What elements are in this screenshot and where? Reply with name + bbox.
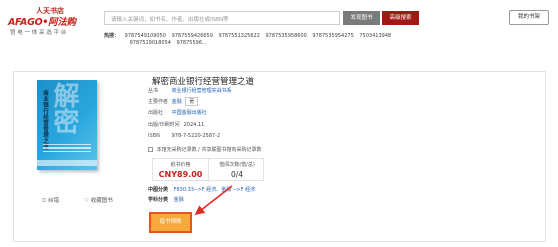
hot-search-keyword[interactable]: 9787551325622 (219, 33, 260, 39)
meta-pubdate: 出版/印刷时间 2024.11 (148, 121, 204, 128)
price-box: 纸书价格 CNY89.00 借阅次数(借/总) 0/4 (152, 158, 265, 182)
author-link[interactable]: 金融 (172, 99, 182, 105)
meta-key: 出版/印刷时间 (148, 122, 180, 128)
hot-search-list: 热搜： 9787549109050 9787559426659 97875513… (104, 33, 444, 47)
logo-subtitle: 馆 电 一 体 采 选 平 台 (10, 30, 67, 36)
series-link[interactable]: 商业银行经营管理实战书系 (172, 88, 232, 94)
book-cover-image[interactable]: 解密 商业银行经营管理之道 (37, 80, 97, 170)
logo-brand-right: 阿法购 (48, 17, 76, 28)
price-label: 纸书价格 (170, 162, 191, 168)
classification-key: 中图分类 (148, 187, 169, 193)
hot-search-keyword[interactable]: 9787535954275 (312, 33, 353, 39)
clc-classification: 中图分类 F830.33-->F 经济、金融 -->F 经济 (148, 186, 255, 193)
hot-search-keyword[interactable]: 9787535958600 (265, 33, 306, 39)
advanced-search-button[interactable]: 高级搜索 (382, 11, 419, 25)
subject-classification: 学科分类 金融 (148, 196, 184, 203)
logo-brand: AFAGO•阿法购 (8, 14, 76, 28)
hot-search-keyword[interactable]: 9787549109050 (125, 33, 166, 39)
borrow-count-label: 借阅次数(借/总) (219, 162, 255, 168)
price-column: 纸书价格 CNY89.00 (153, 159, 209, 182)
borrow-purchase-button[interactable]: 借书预购 (149, 212, 192, 233)
search-input[interactable]: 请输入关键词，如书名、作者、出版社或ISBN等 (104, 11, 340, 25)
meta-key: 出版社 (148, 110, 164, 116)
favorite-label: 收藏图书 (90, 198, 113, 204)
stock-note-text: 本馆无采购记录数 / 共享联图书馆有采购记录数 (156, 147, 262, 153)
borrow-count-column: 借阅次数(借/总) 0/4 (209, 159, 265, 182)
my-bookshelf-button[interactable]: 我的书架 (509, 10, 549, 25)
hot-search-label: 热搜： (104, 33, 120, 39)
cover-big-text: 解密 (49, 82, 79, 134)
meta-publisher: 出版社 中国金融出版社 (148, 109, 207, 116)
book-title: 解密商业银行经营管理之道 (152, 77, 255, 87)
logo[interactable]: 人天书店 AFAGO•阿法购 馆 电 一 体 采 选 平 台 (6, 6, 94, 36)
share-label: 纠错 (48, 198, 60, 204)
author-role-tag: 著 (185, 97, 199, 106)
cover-publisher-band (37, 160, 97, 166)
isbn-value: 978-7-5220-2587-2 (171, 133, 221, 139)
cover-title: 商业银行经营管理之道 (42, 90, 48, 150)
hot-search-keyword[interactable]: 7503413948 (359, 33, 391, 39)
hot-search-keyword[interactable]: 9787519018054 (130, 40, 171, 46)
book-detail-card: 解密 商业银行经营管理之道 ⎋ 纠错 ♡ 收藏图书 解密商业银行经营管理之道 丛… (13, 71, 546, 242)
share-icon: ⎋ (42, 198, 47, 204)
borrow-count-value: 0/4 (230, 170, 244, 179)
meta-isbn: ISBN 978-7-5220-2587-2 (148, 133, 220, 139)
heart-icon: ♡ (84, 198, 89, 204)
meta-series: 丛书 商业银行经营管理实战书系 (148, 87, 232, 94)
hot-search-keyword[interactable]: 9787559426659 (172, 33, 213, 39)
subject-link[interactable]: 金融 (174, 197, 184, 203)
classification-key: 学科分类 (148, 197, 169, 203)
stock-checkbox-icon (148, 147, 153, 152)
meta-author: 主要作者 金融 著 (148, 97, 199, 106)
search-button[interactable]: 发现图书 (343, 11, 380, 25)
hot-search-keyword[interactable]: 97875596... (177, 40, 207, 46)
share-action[interactable]: ⎋ 纠错 (42, 196, 59, 205)
meta-key: 主要作者 (148, 99, 169, 105)
price-value: CNY89.00 (158, 170, 203, 179)
meta-key: ISBN (148, 133, 160, 139)
publisher-link[interactable]: 中国金融出版社 (172, 110, 207, 116)
clc-link[interactable]: F830.33-->F 经济、金融 -->F 经济 (174, 187, 256, 193)
logo-brand-left: AFAGO (8, 17, 43, 28)
stock-note: 本馆无采购记录数 / 共享联图书馆有采购记录数 (148, 146, 261, 153)
favorite-action[interactable]: ♡ 收藏图书 (84, 196, 113, 204)
pubdate-value: 2024.11 (183, 122, 205, 128)
cover-lines (43, 143, 91, 155)
meta-key: 丛书 (148, 88, 159, 94)
